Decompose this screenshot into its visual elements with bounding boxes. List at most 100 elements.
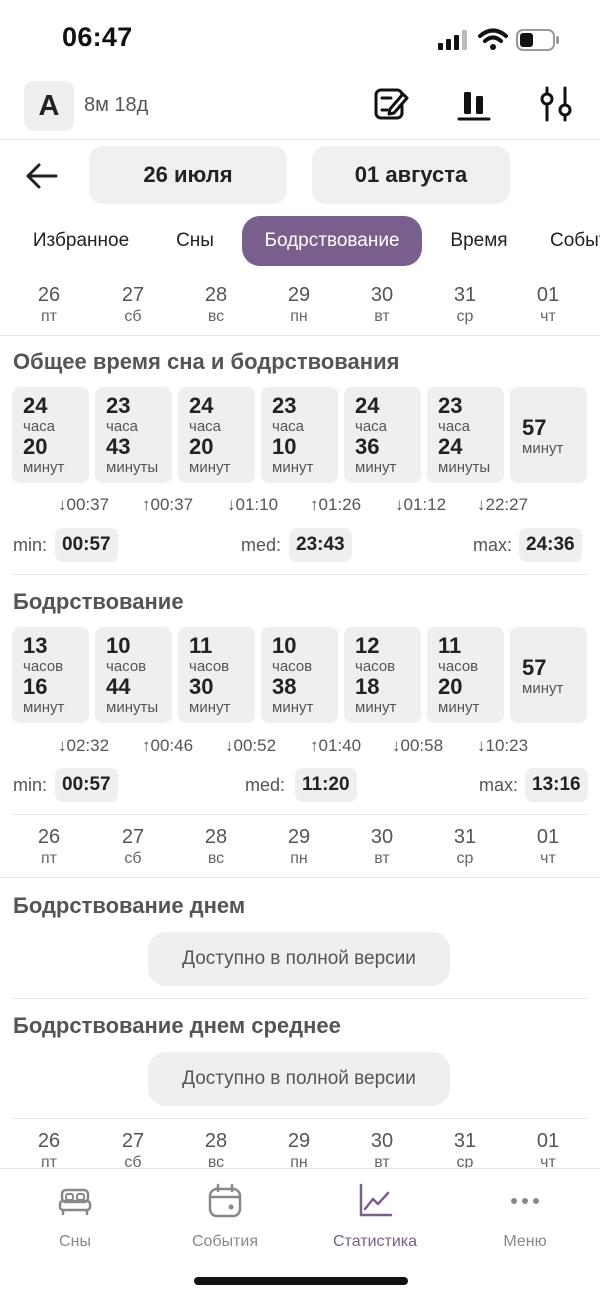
cellular-signal-icon (438, 30, 467, 50)
nav-menu[interactable]: Меню (465, 1183, 585, 1251)
filters-button[interactable] (537, 84, 577, 124)
sliders-icon (540, 86, 572, 122)
date-to-button[interactable]: 01 августа (312, 146, 510, 204)
total-deltas: ↓00:37 ↑00:37 ↓01:10 ↑01:26 ↓01:12 ↓22:2… (0, 495, 600, 521)
nav-sleeps[interactable]: Сны (15, 1183, 135, 1251)
day-header: 26 пт 27 сб 28 вс 29 пн 30 вт 31 ср 01 чт (0, 826, 600, 878)
section-title-day-awake: Бодрствование днем (13, 893, 246, 918)
chart-icon (359, 1183, 393, 1217)
duration-tile: 23 часа 24 минуты (427, 387, 504, 483)
full-version-button[interactable]: Доступно в полной версии (148, 932, 450, 986)
bar-chart-button[interactable] (454, 84, 494, 124)
date-from-button[interactable]: 26 июля (89, 146, 287, 204)
delta-value: ↓10:23 (477, 736, 529, 755)
tab-awake[interactable]: Бодрствование (242, 216, 422, 266)
section-title-day-awake-avg: Бодрствование днем среднее (13, 1013, 341, 1038)
duration-tile: 23 часа 10 минут (261, 387, 338, 483)
tab-favorites[interactable]: Избранное (14, 216, 148, 266)
edit-note-button[interactable] (371, 84, 411, 124)
wifi-icon (478, 28, 508, 50)
awake-deltas: ↓02:32 ↑00:46 ↓00:52 ↑01:40 ↓00:58 ↓10:2… (0, 736, 600, 762)
duration-tile: 10 часов 38 минут (261, 627, 338, 723)
duration-tile: 23 часа 43 минуты (95, 387, 172, 483)
battery-icon (516, 29, 559, 51)
full-version-button[interactable]: Доступно в полной версии (148, 1052, 450, 1106)
category-tabs: Избранное Сны Бодрствование Время Событи… (0, 216, 600, 268)
duration-tile: 24 часа 36 минут (344, 387, 421, 483)
home-indicator[interactable] (194, 1277, 408, 1285)
day-column: 30 вт (370, 284, 394, 325)
awake-stats: min: 00:57 med: 11:20 max: 13:16 (0, 768, 600, 804)
delta-value: ↓00:37 (58, 495, 110, 514)
day-column: 28 вс (204, 826, 228, 867)
divider (13, 998, 587, 999)
tab-sleeps[interactable]: Сны (160, 216, 230, 266)
day-column: 29 пн (287, 284, 311, 325)
day-column: 27 сб (121, 284, 145, 325)
day-column: 26 пт (37, 826, 61, 867)
nav-statistics[interactable]: Статистика (315, 1183, 435, 1251)
delta-value: ↑01:40 (310, 736, 362, 755)
divider (13, 574, 587, 575)
back-arrow-icon[interactable] (24, 158, 60, 194)
nav-label: Статистика (332, 1233, 418, 1250)
day-column: 01 чт (536, 284, 560, 325)
calendar-icon (208, 1183, 242, 1218)
day-column: 26 пт (37, 284, 61, 325)
nav-label: Меню (503, 1233, 547, 1250)
delta-value: ↓01:12 (395, 495, 447, 514)
day-column: 31 ср (453, 826, 477, 867)
awake-tiles: 13 часов 16 минут 10 часов 44 минуты 11 часов 30… (0, 627, 600, 725)
bottom-navigation: Сны События Статистика Меню (0, 1168, 600, 1297)
max-value: 24:36 (519, 528, 582, 562)
duration-tile: 24 часа 20 минут (178, 387, 255, 483)
delta-value: ↓00:52 (225, 736, 277, 755)
duration-tile: 24 часа 20 минут (12, 387, 89, 483)
delta-value: ↓02:32 (58, 736, 110, 755)
day-column: 28 вс (204, 284, 228, 325)
med-value: 23:43 (289, 528, 352, 562)
med-label: med: (241, 535, 282, 555)
date-range-bar: 26 июля 01 августа (0, 146, 600, 206)
status-bar: 06:47 (0, 0, 600, 80)
delta-value: ↑00:37 (142, 495, 194, 514)
day-column: 31 ср (453, 284, 477, 325)
delta-value: ↓22:27 (477, 495, 529, 514)
delta-value: ↑00:46 (142, 736, 194, 755)
max-value: 13:16 (525, 768, 588, 802)
max-label: max: (473, 535, 513, 555)
nav-events[interactable]: События (165, 1183, 285, 1251)
bar-chart-icon (457, 92, 491, 121)
tab-events[interactable]: События (534, 216, 600, 266)
min-label: min: (13, 775, 48, 795)
more-icon (511, 1198, 539, 1204)
max-label: max: (479, 775, 519, 795)
section-title-awake: Бодрствование (13, 589, 184, 614)
delta-value: ↓01:10 (227, 495, 279, 514)
duration-tile: 57 минут (510, 627, 587, 723)
min-value: 00:57 (55, 768, 118, 802)
status-time: 06:47 (62, 22, 133, 52)
child-avatar[interactable]: A (24, 81, 74, 131)
total-tiles: 24 часа 20 минут 23 часа 43 минуты 24 часа 20 мин… (0, 387, 600, 485)
nav-label: Сны (59, 1233, 91, 1250)
day-column: 30 вт (370, 826, 394, 867)
day-column: 01 чт (536, 826, 560, 867)
section-title-total: Общее время сна и бодрствования (13, 349, 400, 374)
total-stats: min: 00:57 med: 23:43 max: 24:36 (0, 528, 600, 564)
app-header: A 8м 18д (0, 78, 600, 140)
tab-time[interactable]: Время (434, 216, 524, 266)
day-column: 27 сб (121, 826, 145, 867)
duration-tile: 13 часов 16 минут (12, 627, 89, 723)
edit-note-icon (374, 88, 409, 120)
med-label: med: (245, 775, 286, 795)
duration-tile: 10 часов 44 минуты (95, 627, 172, 723)
duration-tile: 12 часов 18 минут (344, 627, 421, 723)
nav-label: События (191, 1233, 259, 1250)
duration-tile: 11 часов 30 минут (178, 627, 255, 723)
day-header: 26 пт 27 сб 28 вс 29 пн 30 вт 31 ср 01 чт (0, 284, 600, 336)
child-age: 8м 18д (84, 94, 149, 116)
med-value: 11:20 (295, 768, 357, 802)
min-value: 00:57 (55, 528, 118, 562)
duration-tile: 57 минут (510, 387, 587, 483)
